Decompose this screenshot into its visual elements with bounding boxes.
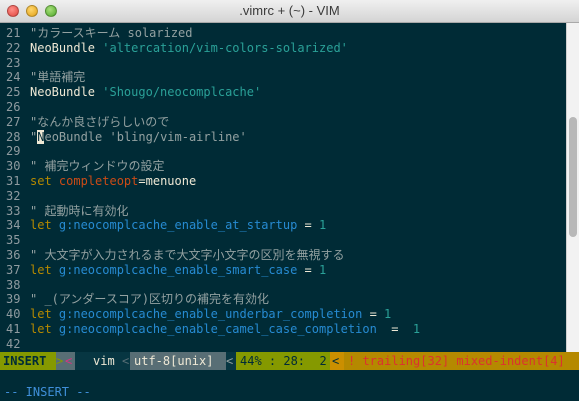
whitespace-warnings: ! trailing[32] mixed-indent[4] [344, 352, 579, 370]
branch-separator: < [65, 352, 75, 370]
code-line[interactable]: 36 " 大文字が入力されるまで大文字小文字の区別を無視する [0, 247, 344, 263]
code-token: " 大文字が入力されるまで大文字小文字の区別を無視する [30, 248, 345, 262]
vim-window: .vimrc + (~) - VIM 21 "カラースキーム solarized 2… [0, 0, 579, 401]
line-number: 40 [6, 307, 21, 322]
line-number: 33 [6, 203, 21, 218]
code-token: 1 [412, 322, 421, 336]
line-number: 28 [6, 129, 21, 144]
code-line[interactable]: 29 [0, 143, 30, 159]
mode-indicator: INSERT [0, 352, 56, 370]
line-number: 36 [6, 248, 21, 262]
code-token: =menuone [138, 174, 197, 188]
code-line[interactable]: 41 let g:neocomplcache_enable_camel_case_… [0, 321, 420, 337]
line-number: 42 [6, 336, 21, 351]
code-token: let [30, 307, 59, 322]
line-number: 39 [6, 292, 21, 307]
cursor-position: 44% : 28: 2 [236, 352, 330, 370]
mode-separator: > [56, 352, 65, 370]
code-token: "カラースキーム solarized [30, 26, 193, 40]
code-line[interactable]: 40 let g:neocomplcache_enable_underbar_co… [0, 306, 391, 322]
code-token: = [376, 322, 413, 336]
code-token: 1 [319, 262, 327, 277]
code-token: " 補完ウィンドウの設定 [30, 159, 165, 174]
code-token: 'altercation/vim-colors-solarized' [102, 40, 348, 55]
line-number: 41 [6, 322, 21, 336]
code-line[interactable]: 34 let g:neocomplcache_enable_at_startup … [0, 217, 326, 233]
code-token: 'Shougo/neocomplcache' [102, 85, 262, 100]
line-number: 26 [6, 100, 21, 114]
code-token: g:neocomplcache_enable_smart_case [58, 262, 298, 277]
line-number: 32 [6, 188, 21, 203]
code-token: g:neocomplcache_enable_camel_case_comple… [58, 322, 377, 336]
code-line[interactable]: 28 "NeoBundle 'bling/vim-airline' [0, 129, 247, 145]
code-token: set [30, 174, 59, 188]
code-token: "単語補完 [30, 70, 86, 85]
code-token: = [362, 307, 385, 322]
code-line[interactable]: 38 [0, 277, 30, 293]
line-number: 38 [6, 277, 21, 292]
line-number: 22 [6, 40, 21, 55]
code-token: 1 [384, 307, 392, 322]
code-line[interactable]: 35 [0, 232, 30, 248]
code-token: "なんか良さげらしいので [30, 114, 170, 129]
window-title: .vimrc + (~) - VIM [239, 3, 340, 18]
command-line[interactable]: -- INSERT -- [0, 370, 579, 401]
code-line[interactable]: 31 set completeopt=menuone [0, 173, 196, 189]
code-line[interactable]: 30 " 補完ウィンドウの設定 [0, 158, 164, 174]
code-line[interactable]: 22 NeoBundle 'altercation/vim-colors-sola… [0, 40, 348, 56]
code-token: let [30, 218, 59, 233]
code-token: NeoBundle [30, 40, 103, 55]
filetype-separator: < [122, 354, 130, 368]
code-token: let [30, 322, 59, 336]
code-line[interactable]: 23 [0, 55, 30, 71]
line-number: 25 [6, 85, 21, 100]
line-number: 27 [6, 114, 21, 129]
code-line[interactable]: 37 let g:neocomplcache_enable_smart_case … [0, 262, 326, 278]
scrollbar-thumb[interactable] [569, 117, 577, 237]
code-line[interactable]: 39 " _(アンダースコア)区切りの補完を有効化 [0, 291, 269, 307]
line-number: 24 [6, 70, 21, 85]
code-token: = [297, 218, 320, 233]
mode-message: -- INSERT -- [4, 385, 91, 399]
line-number: 29 [6, 144, 21, 159]
warning-separator: < [330, 352, 344, 370]
line-number: 35 [6, 233, 21, 248]
line-number: 37 [6, 262, 21, 277]
line-number: 31 [6, 174, 21, 188]
code-token: = [297, 262, 320, 277]
line-number: 34 [6, 218, 21, 233]
code-line[interactable]: 25 NeoBundle 'Shougo/neocomplcache' [0, 84, 261, 100]
editor-buffer[interactable]: 21 "カラースキーム solarized 22 NeoBundle 'alterca… [0, 23, 566, 352]
code-token: eoBundle 'bling/vim-airline' [44, 129, 247, 144]
status-line: INSERT > < vim < utf-8[unix] < 44% : 28:… [0, 352, 579, 370]
code-token: NeoBundle [30, 85, 103, 100]
code-line[interactable]: 33 " 起動時に有効化 [0, 203, 128, 219]
code-token: g:neocomplcache_enable_underbar_completi… [58, 307, 363, 322]
line-number: 30 [6, 159, 21, 174]
code-token: let [30, 262, 59, 277]
file-encoding: utf-8[unix] [130, 352, 226, 370]
code-line[interactable]: 24 "単語補完 [0, 69, 85, 85]
title-bar: .vimrc + (~) - VIM [0, 0, 579, 23]
file-name: vim [93, 354, 115, 368]
code-line[interactable]: 42 [0, 336, 30, 352]
code-token: completeopt [58, 174, 139, 188]
code-token: " _(アンダースコア)区切りの補完を有効化 [30, 292, 270, 307]
code-line[interactable]: 26 [0, 99, 30, 115]
code-token: " 起動時に有効化 [30, 203, 129, 218]
position-separator-left: < [226, 352, 236, 370]
line-number: 23 [6, 55, 21, 70]
code-line[interactable]: 27 "なんか良さげらしいので [0, 114, 169, 130]
vertical-scrollbar[interactable] [566, 23, 579, 352]
code-line[interactable]: 32 [0, 188, 30, 204]
line-number: 21 [6, 26, 21, 40]
code-token: g:neocomplcache_enable_at_startup [58, 218, 298, 233]
code-token: 1 [319, 218, 327, 233]
code-line[interactable]: 21 "カラースキーム solarized [0, 25, 193, 41]
